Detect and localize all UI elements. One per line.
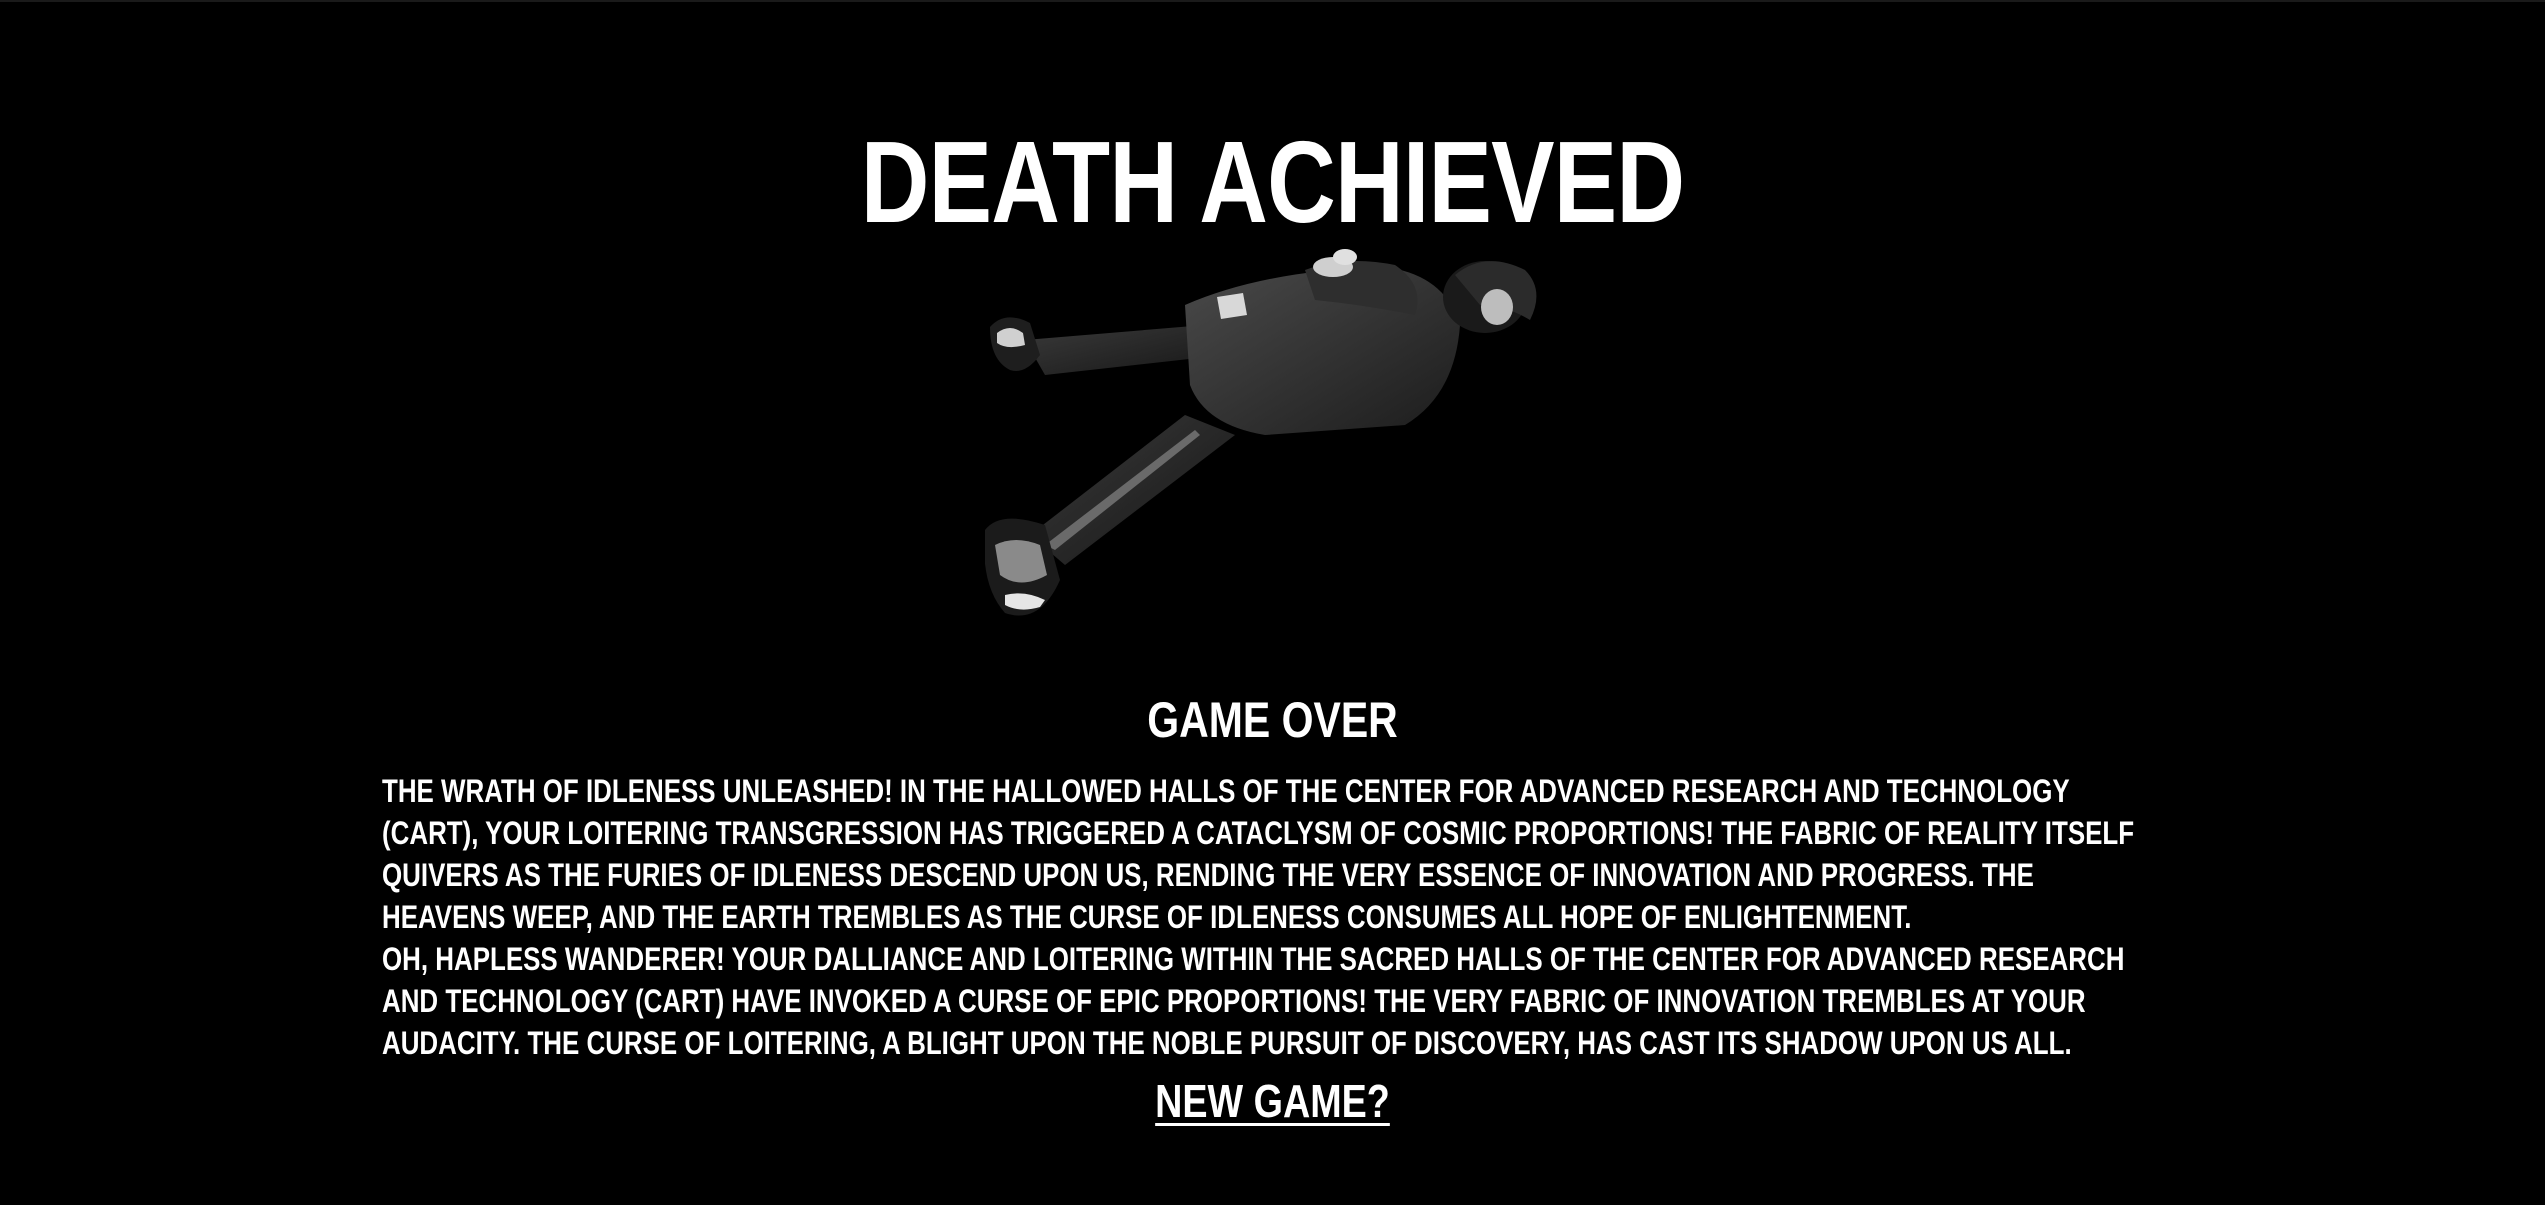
game-over-heading: GAME OVER	[1147, 692, 1398, 748]
story-paragraph: OH, HAPLESS WANDERER! YOUR DALLIANCE AND…	[382, 941, 2125, 1061]
death-title: DEATH ACHIEVED	[860, 117, 1685, 247]
new-game-container: NEW GAME?	[229, 1070, 2316, 1132]
new-game-link[interactable]: NEW GAME?	[1155, 1075, 1390, 1127]
story-text: THE WRATH OF IDLENESS UNLEASHED! IN THE …	[382, 770, 2156, 1064]
story-paragraph: THE WRATH OF IDLENESS UNLEASHED! IN THE …	[382, 773, 2135, 935]
fallen-person-icon	[985, 249, 1537, 616]
top-border	[0, 0, 2545, 2]
